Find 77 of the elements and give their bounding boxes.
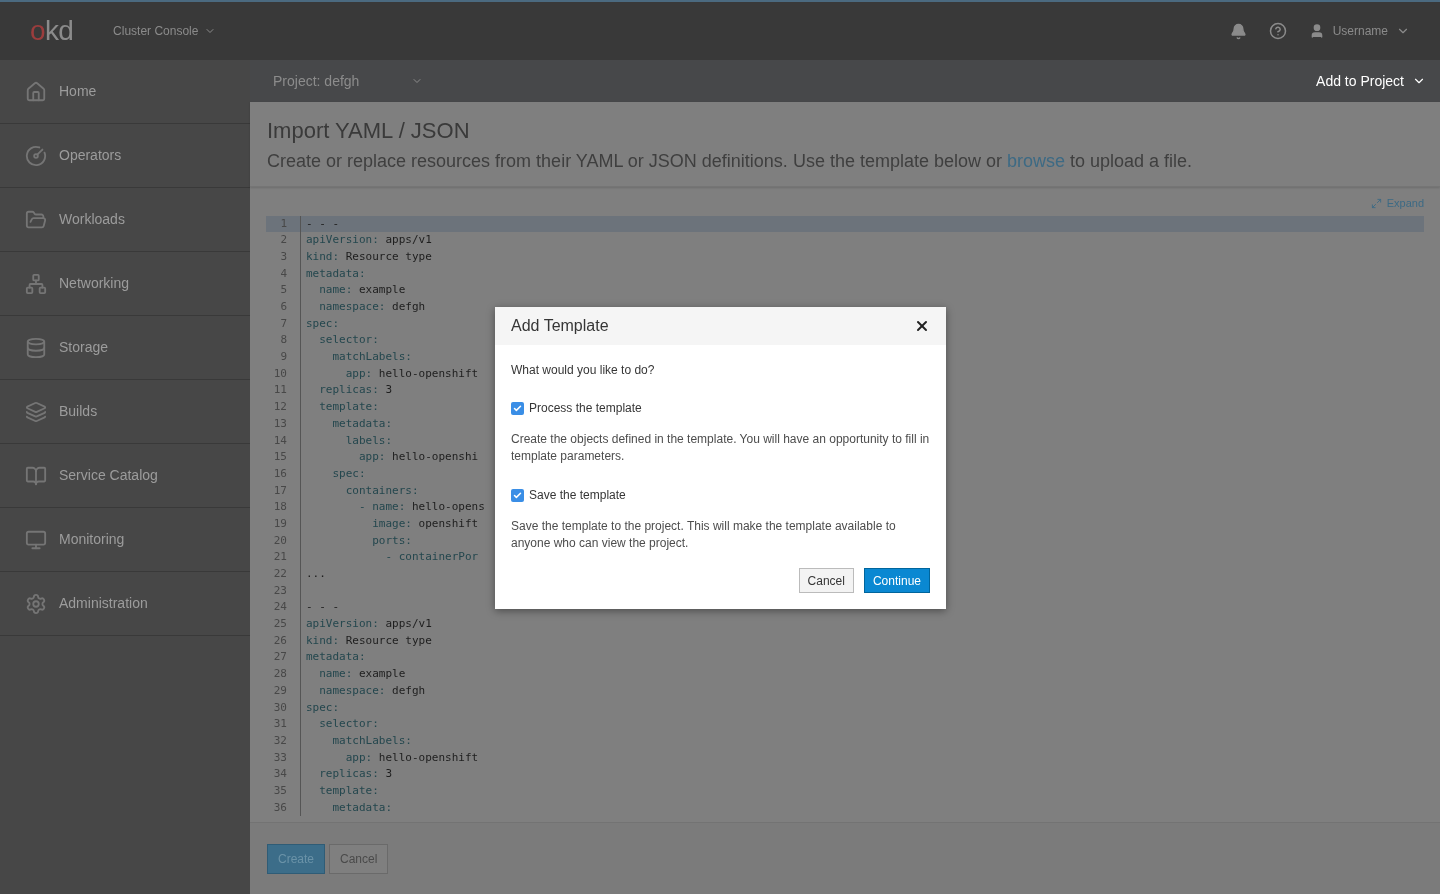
checkbox[interactable] [511, 401, 524, 415]
dialog-title: Add Template [511, 316, 609, 336]
code-line: selector: [318, 332, 379, 349]
sidebar-item[interactable]: Storage [0, 316, 250, 380]
monitor-icon [25, 528, 47, 551]
code-line: namespace: defgh [318, 682, 426, 699]
close-icon [914, 318, 930, 334]
code-line: spec: [331, 465, 366, 482]
sidebar-item[interactable]: Monitoring [0, 508, 250, 572]
console-switcher[interactable]: Cluster Console [113, 22, 217, 40]
code-line: apiVersion: apps/v1 [305, 232, 432, 249]
project-selector[interactable]: Project: defgh [273, 70, 423, 92]
code-line: metadata: [305, 265, 366, 282]
sidebar-item[interactable]: Workloads [0, 188, 250, 252]
logo[interactable]: okd [30, 17, 74, 45]
code-line: template: [318, 782, 379, 799]
code-line: matchLabels: [331, 349, 412, 366]
option-label: Save the template [529, 487, 626, 504]
checkbox[interactable] [511, 488, 524, 502]
page-title: Import YAML / JSON [267, 117, 471, 145]
database-icon [25, 336, 47, 359]
option-label: Process the template [529, 400, 642, 417]
code-line: replicas: 3 [318, 766, 393, 783]
dialog-question: What would you like to do? [511, 362, 656, 378]
code-line: metadata: [331, 799, 393, 816]
code-line: kind: Resource type [305, 248, 432, 265]
code-line: metadata: [305, 649, 366, 666]
page-description: Create or replace resources from their YAML or JSON definitions. Use the template below or browse to upload a file. [267, 150, 1194, 173]
gear-icon [25, 592, 47, 615]
sidebar-item[interactable]: Administration [0, 572, 250, 636]
option-description: Save the template to the project. This will make the template available to anyone who can view the project. [511, 518, 897, 552]
code-line: ... [305, 566, 326, 583]
sidebar-item[interactable]: Builds [0, 380, 250, 444]
code-line: metadata: [331, 415, 393, 432]
code-line: - name: hello-opens [357, 499, 485, 516]
code-line: app: hello-openshift [344, 365, 479, 382]
code-line: replicas: 3 [318, 382, 393, 399]
close-button[interactable] [914, 318, 930, 334]
code-line: spec: [305, 699, 340, 716]
code-line: image: openshift [371, 515, 479, 532]
code-line: containers: [344, 482, 419, 499]
expand-icon [1370, 197, 1382, 209]
sidebar-item[interactable]: Operators [0, 124, 250, 188]
option-description: Create the objects defined in the template. You will have an opportunity to fill in template parameters. [511, 431, 930, 465]
code-line: ports: [371, 532, 412, 549]
code-line: name: example [318, 666, 406, 683]
code-line: - - - [305, 215, 340, 232]
code-line: template: [318, 399, 379, 416]
check-icon [513, 403, 522, 413]
code-line: spec: [305, 315, 340, 332]
network-icon [25, 272, 47, 295]
code-line: app: hello-openshift [344, 749, 479, 766]
user-menu[interactable]: Username [1308, 22, 1410, 40]
layers-icon [25, 400, 47, 423]
folder-icon [25, 208, 47, 231]
sidebar-item[interactable]: Home [0, 60, 250, 124]
house-icon [25, 80, 47, 103]
sidebar-item[interactable]: Service Catalog [0, 444, 250, 508]
code-line: selector: [318, 716, 379, 733]
code-line: name: example [318, 282, 406, 299]
book-icon [25, 464, 47, 487]
code-line: app: hello-openshi [357, 449, 479, 466]
gauge-icon [25, 144, 47, 167]
help-icon[interactable] [1268, 22, 1287, 40]
cancel-button[interactable]: Cancel [798, 568, 854, 593]
notification-icon[interactable] [1229, 22, 1247, 40]
code-line: kind: Resource type [305, 632, 432, 649]
code-line: namespace: defgh [318, 299, 426, 316]
code-line: matchLabels: [331, 732, 412, 749]
sidebar-item[interactable]: Networking [0, 252, 250, 316]
code-line: - containerPor [384, 549, 479, 566]
code-line: - - - [305, 599, 340, 616]
code-line: labels: [344, 432, 393, 449]
code-line: apiVersion: apps/v1 [305, 616, 432, 633]
add-to-project-button[interactable]: Add to Project [1316, 70, 1426, 92]
continue-button[interactable]: Continue [863, 568, 930, 593]
check-icon [513, 490, 522, 500]
